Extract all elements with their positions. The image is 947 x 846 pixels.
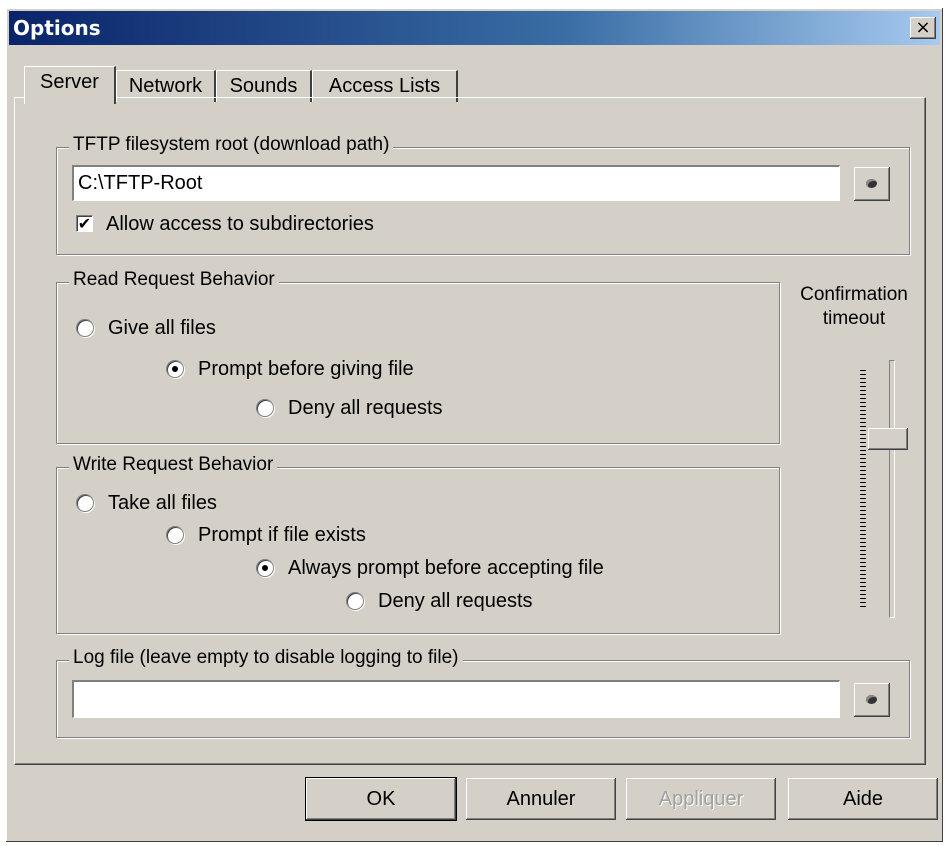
write-deny-label: Deny all requests	[378, 590, 533, 612]
write-prompt-exists-label: Prompt if file exists	[198, 524, 366, 546]
cancel-button[interactable]: Annuler	[466, 778, 616, 820]
tab-network-label: Network	[128, 75, 203, 97]
read-deny-label: Deny all requests	[288, 397, 443, 419]
tftp-root-input[interactable]	[72, 165, 840, 201]
tab-access-lists-label: Access Lists	[328, 75, 441, 97]
radio-icon[interactable]	[166, 526, 184, 544]
confirmation-timeout-line2: timeout	[822, 308, 886, 329]
read-prompt-label: Prompt before giving file	[198, 358, 414, 380]
radio-icon[interactable]	[346, 592, 364, 610]
log-file-input[interactable]	[72, 680, 840, 718]
write-request-legend: Write Request Behavior	[69, 454, 278, 476]
tab-server-label: Server	[40, 71, 99, 93]
confirmation-timeout-label: Confirmation timeout	[789, 283, 919, 331]
log-file-browse-button[interactable]	[854, 683, 890, 717]
radio-selected-icon[interactable]	[256, 559, 274, 577]
write-always-prompt-label: Always prompt before accepting file	[288, 557, 604, 579]
radio-icon[interactable]	[76, 494, 94, 512]
ok-button[interactable]: OK	[306, 778, 456, 820]
apply-button[interactable]: Appliquer	[626, 778, 776, 820]
log-file-legend: Log file (leave empty to disable logging…	[69, 647, 463, 669]
allow-subdirectories-label: Allow access to subdirectories	[106, 213, 374, 235]
slider-thumb[interactable]	[868, 428, 908, 450]
read-give-all-label: Give all files	[108, 317, 216, 339]
radio-selected-icon[interactable]	[166, 360, 184, 378]
confirmation-timeout-slider[interactable]	[889, 360, 895, 618]
write-take-all-label: Take all files	[108, 492, 217, 514]
help-button[interactable]: Aide	[788, 778, 938, 820]
tab-server[interactable]: Server	[24, 66, 116, 104]
slider-ticks	[860, 370, 866, 610]
window-title: Options	[13, 16, 101, 40]
radio-icon[interactable]	[76, 319, 94, 337]
tftp-root-group: TFTP filesystem root (download path)	[56, 134, 910, 255]
read-request-legend: Read Request Behavior	[69, 269, 279, 291]
radio-icon[interactable]	[256, 399, 274, 417]
tftp-root-legend: TFTP filesystem root (download path)	[69, 134, 394, 156]
tab-sounds-label: Sounds	[229, 75, 298, 97]
folder-browse-icon	[866, 695, 877, 704]
tftp-root-browse-button[interactable]	[854, 167, 890, 201]
folder-browse-icon	[866, 179, 877, 188]
close-button[interactable]: ×	[910, 17, 936, 39]
title-bar[interactable]: Options ×	[9, 11, 940, 45]
check-icon[interactable]: ✔	[76, 215, 93, 232]
confirmation-timeout-line1: Confirmation	[800, 284, 908, 305]
